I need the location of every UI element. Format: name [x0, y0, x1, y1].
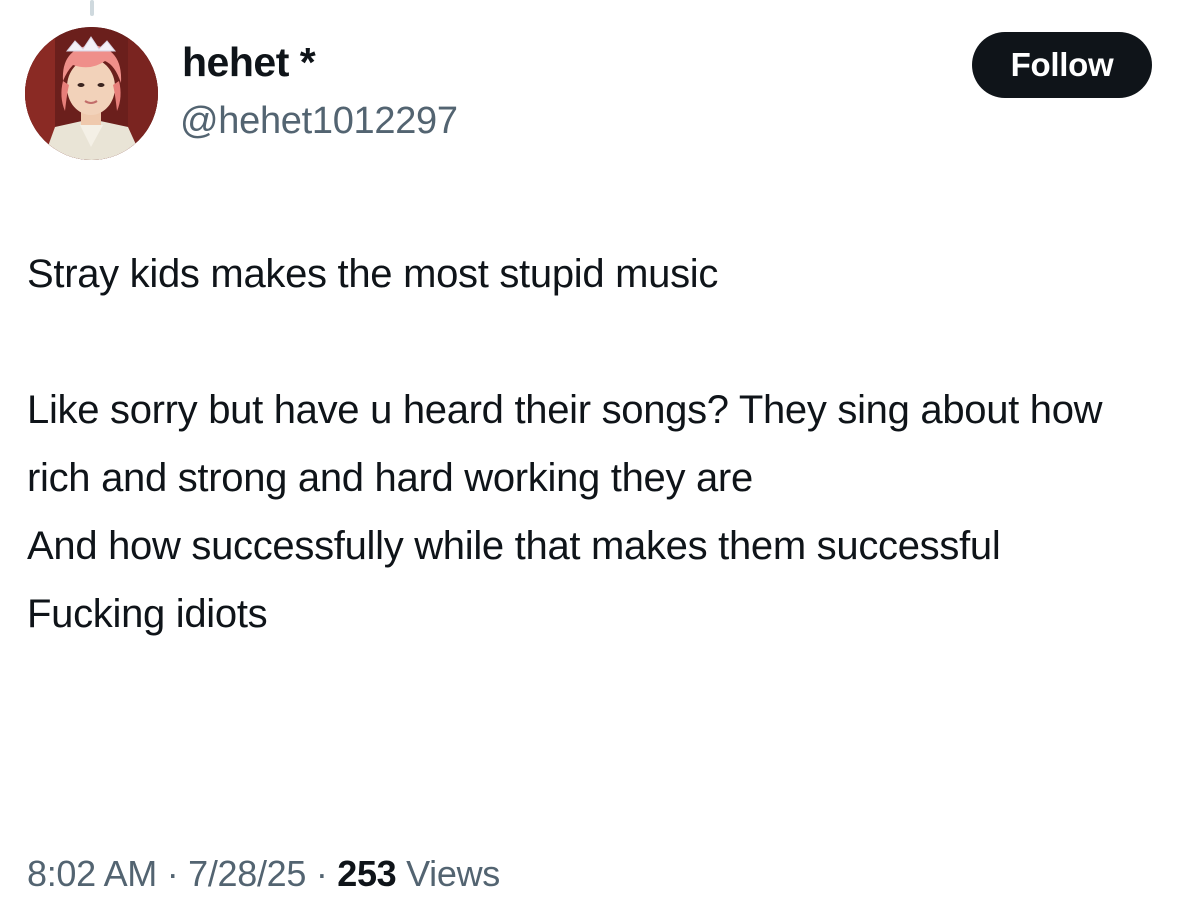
- meta-separator: ·: [166, 853, 179, 894]
- tweet-line: Like sorry but have u heard their songs?…: [27, 388, 1103, 500]
- views-count: 253: [337, 853, 397, 894]
- tweet-line: Stray kids makes the most stupid music: [27, 252, 719, 296]
- follow-button[interactable]: Follow: [972, 32, 1152, 98]
- tweet-line: Fucking idiots: [27, 592, 268, 636]
- tweet-metadata: 8:02 AM · 7/28/25 · 253 Views: [27, 856, 500, 892]
- views-label: Views: [406, 853, 500, 894]
- meta-separator: ·: [315, 853, 328, 894]
- thread-connector-line: [90, 0, 94, 16]
- avatar[interactable]: [25, 27, 158, 160]
- author-handle[interactable]: @hehet1012297: [180, 102, 458, 140]
- tweet-time[interactable]: 8:02 AM: [27, 853, 157, 894]
- tweet-date[interactable]: 7/28/25: [188, 853, 306, 894]
- author-display-name[interactable]: hehet *: [182, 42, 316, 83]
- tweet-line: And how successfully while that makes th…: [27, 524, 1001, 568]
- avatar-image: [25, 27, 158, 160]
- tweet-text: Stray kids makes the most stupid music L…: [27, 240, 1167, 648]
